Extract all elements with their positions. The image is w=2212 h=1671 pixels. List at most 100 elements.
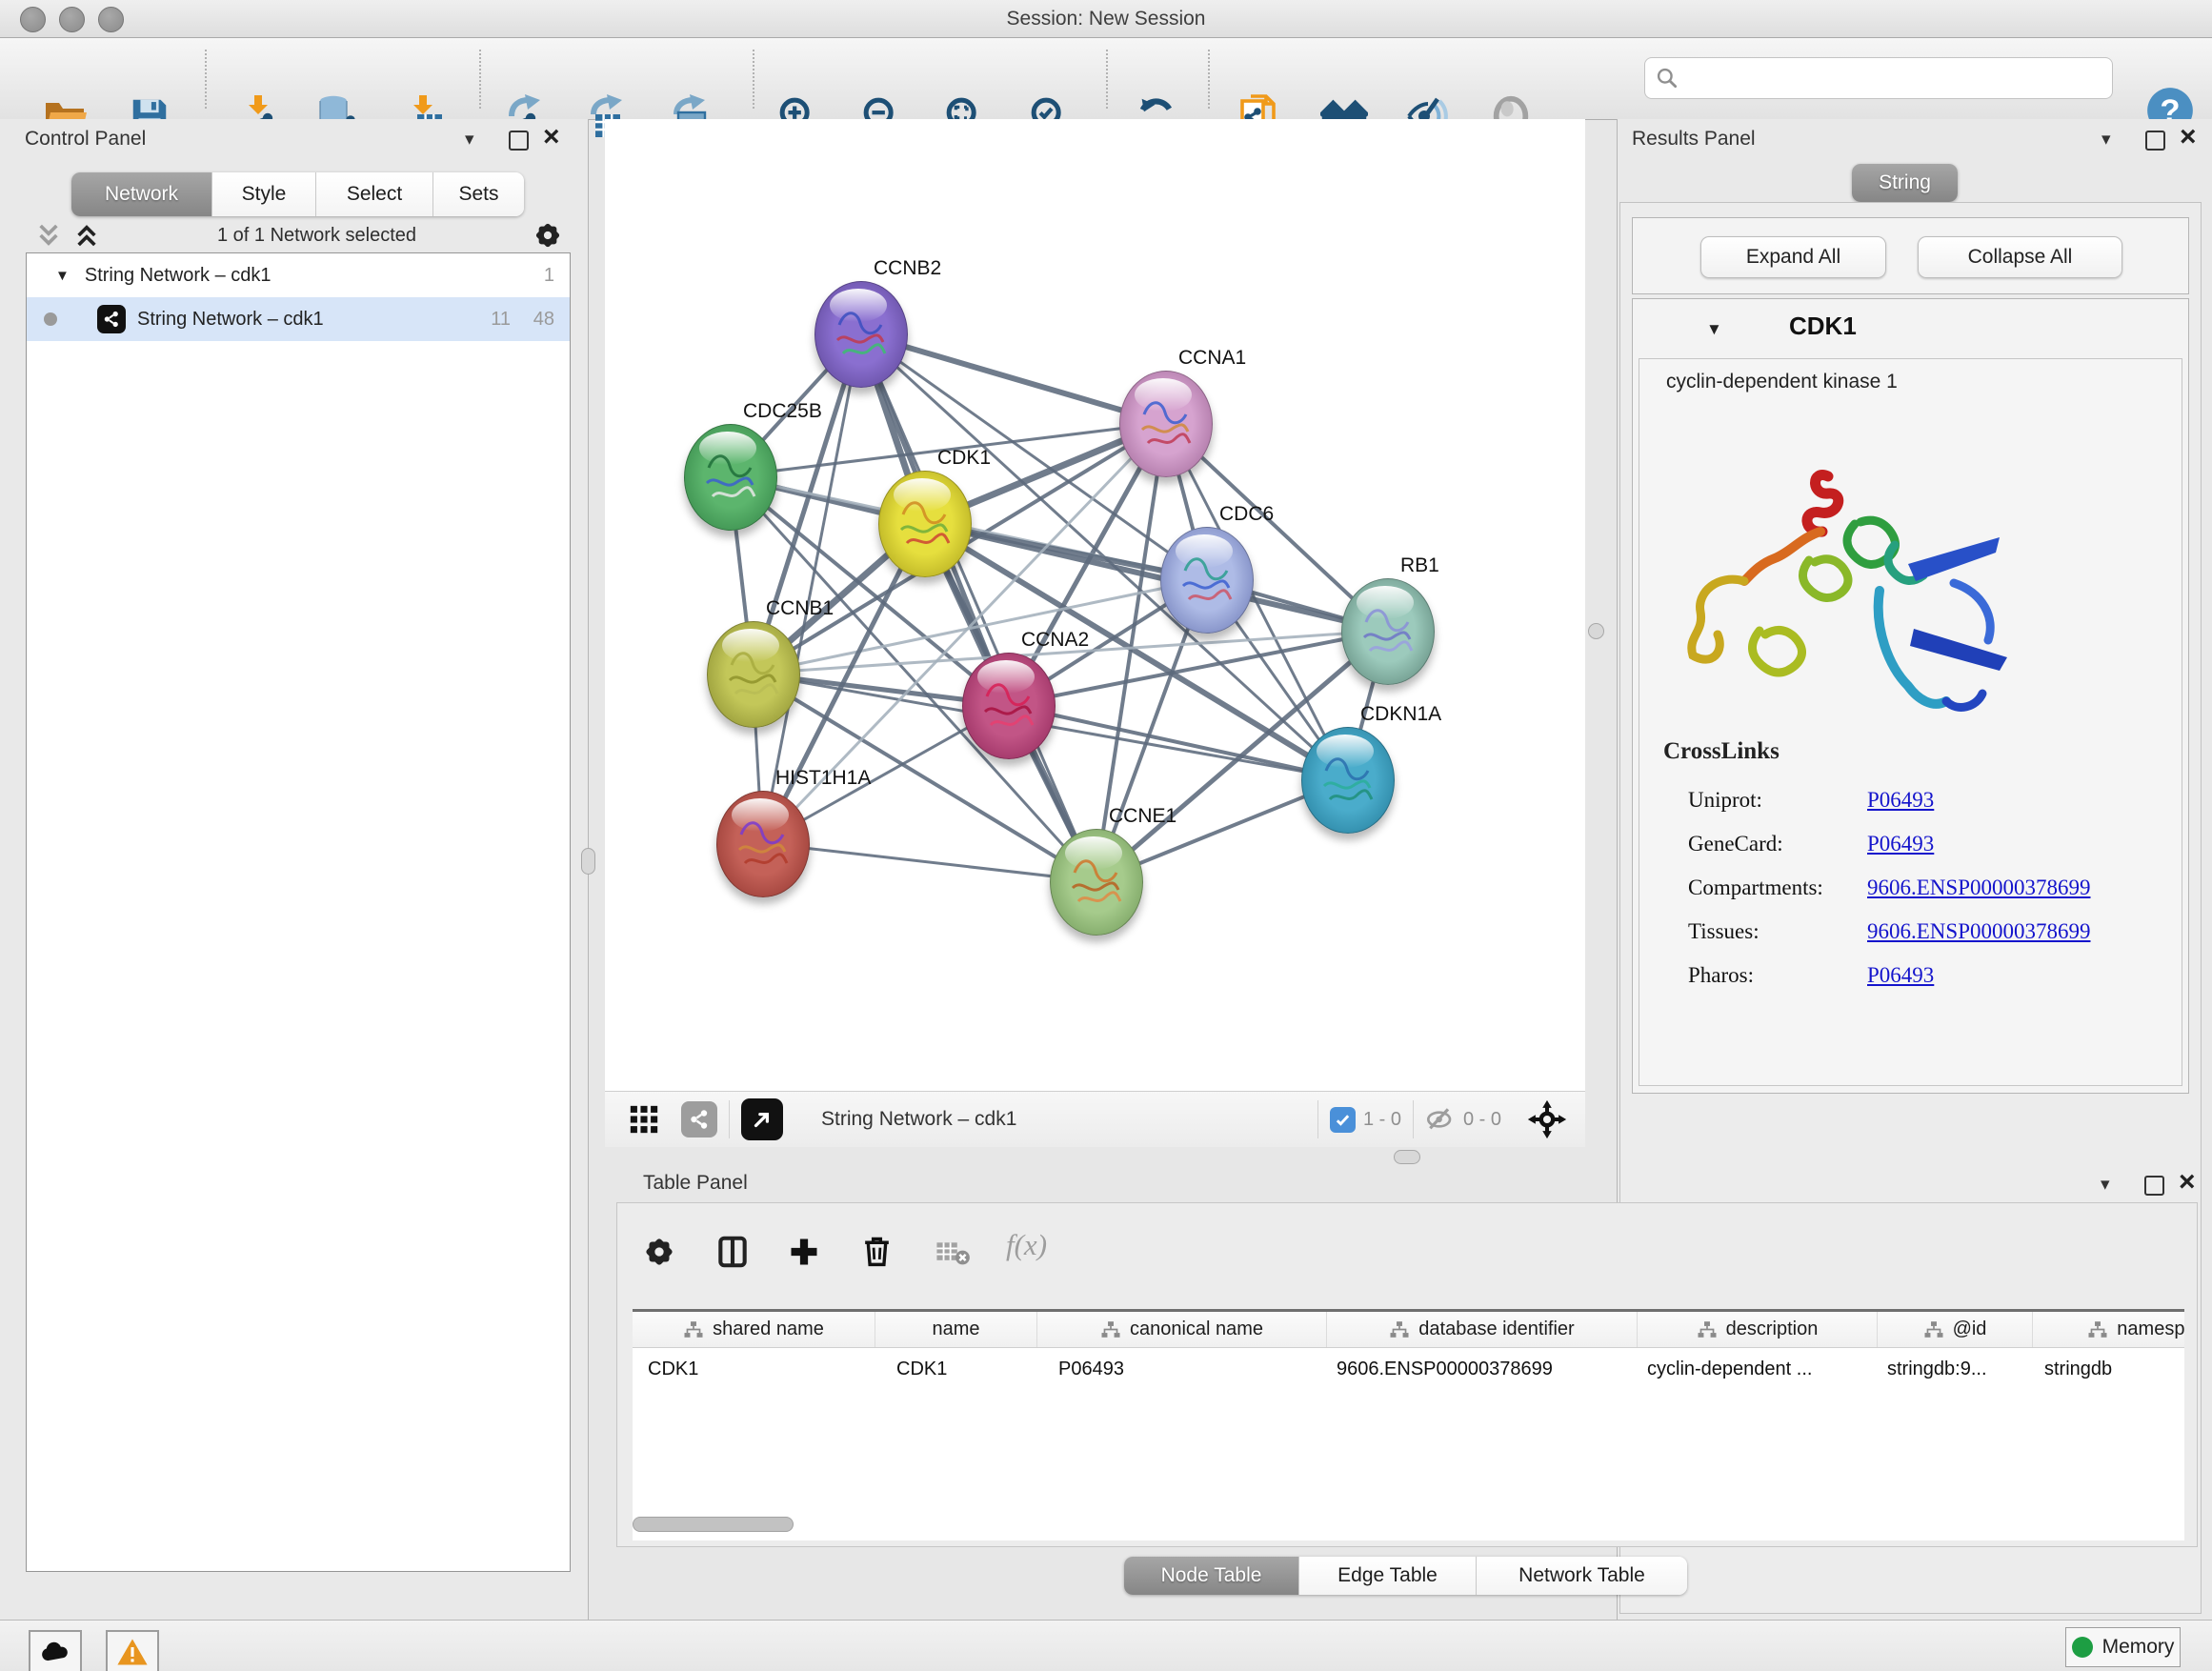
horizontal-scrollbar-thumb[interactable] — [633, 1517, 794, 1532]
table-row[interactable]: CDK1 CDK1 P06493 9606.ENSP00000378699 cy… — [633, 1348, 2184, 1390]
status-bar: Memory — [0, 1620, 2212, 1671]
protein-description: cyclin-dependent kinase 1 — [1666, 371, 1898, 393]
warnings-button[interactable] — [106, 1630, 159, 1671]
network-node-rb1[interactable] — [1341, 578, 1435, 685]
open-in-window-icon[interactable] — [741, 1098, 783, 1140]
crosslink-link[interactable]: P06493 — [1867, 832, 1934, 856]
cloud-button[interactable] — [29, 1630, 82, 1671]
collapse-all-button[interactable]: Collapse All — [1918, 236, 2122, 278]
bar-separator — [1413, 1100, 1414, 1138]
column-header-database-identifier[interactable]: database identifier — [1327, 1312, 1638, 1347]
show-columns-icon[interactable] — [714, 1234, 751, 1270]
network-row-selected[interactable]: String Network – cdk1 11 48 — [27, 297, 570, 341]
edge-count: 48 — [533, 309, 554, 331]
column-header-description[interactable]: description — [1638, 1312, 1878, 1347]
node-label-ccne1: CCNE1 — [1109, 805, 1176, 828]
search-field[interactable] — [1644, 57, 2113, 99]
panel-float-icon[interactable] — [2144, 1176, 2164, 1196]
network-node-ccnb2[interactable] — [814, 281, 908, 388]
crosslink-link[interactable]: P06493 — [1867, 963, 1934, 988]
function-builder-icon[interactable]: f(x) — [1006, 1228, 1047, 1262]
tab-select[interactable]: Select — [316, 172, 433, 216]
left-splitter-handle[interactable] — [581, 848, 595, 875]
collection-expander-icon[interactable]: ▼ — [55, 268, 70, 284]
network-selection-bar: 1 of 1 Network selected — [11, 219, 576, 252]
delete-table-icon[interactable] — [935, 1239, 971, 1266]
network-node-ccne1[interactable] — [1050, 829, 1143, 936]
node-label-hist1h1a: HIST1H1A — [775, 767, 871, 790]
network-node-ccna2[interactable] — [962, 653, 1056, 759]
tab-node-table[interactable]: Node Table — [1124, 1557, 1299, 1595]
protein-squiggle-icon — [1315, 742, 1381, 818]
network-collection-row[interactable]: ▼ String Network – cdk1 1 — [27, 253, 570, 297]
crosslink-link[interactable]: P06493 — [1867, 788, 1934, 813]
node-label-cdk1: CDK1 — [937, 447, 991, 470]
tab-network-table[interactable]: Network Table — [1477, 1557, 1687, 1595]
network-canvas[interactable]: CCNB2CCNA1CDC25BCDK1CDC6RB1CCNB1CCNA2CDK… — [605, 119, 1585, 1091]
table-gear-icon[interactable] — [642, 1235, 676, 1269]
panel-close-icon[interactable]: × — [543, 129, 560, 146]
protein-squiggle-icon — [828, 296, 895, 372]
tab-network[interactable]: Network — [71, 172, 212, 216]
fit-crosshair-icon[interactable] — [1526, 1098, 1568, 1140]
panel-float-icon[interactable] — [2145, 131, 2165, 151]
network-view-name: String Network – cdk1 — [821, 1108, 1016, 1131]
network-node-ccna1[interactable] — [1119, 371, 1213, 477]
collection-count: 1 — [544, 265, 554, 287]
network-node-cdc6[interactable] — [1160, 527, 1254, 634]
protein-squiggle-icon — [1063, 844, 1130, 920]
network-node-hist1h1a[interactable] — [716, 791, 810, 897]
network-node-cdk1[interactable] — [878, 471, 972, 577]
table-tabs: Node Table Edge Table Network Table — [1124, 1557, 1687, 1595]
search-input[interactable] — [1679, 67, 2093, 91]
memory-button[interactable]: Memory — [2065, 1627, 2181, 1667]
node-label-ccnb1: CCNB1 — [766, 597, 834, 620]
column-header-namespace[interactable]: namespace — [2033, 1312, 2184, 1347]
collapse-all-icon[interactable] — [34, 221, 63, 250]
panel-menu-icon[interactable]: ▾ — [465, 129, 474, 151]
network-node-cdc25b[interactable] — [684, 424, 777, 531]
network-node-ccnb1[interactable] — [707, 621, 800, 728]
protein-expander-icon[interactable]: ▼ — [1706, 320, 1722, 339]
crosslink-label: Tissues: — [1688, 919, 1867, 944]
bottom-splitter-handle[interactable] — [1394, 1150, 1420, 1164]
application-window: Session: New Session — [0, 0, 2212, 1671]
gear-icon[interactable] — [533, 220, 563, 251]
memory-label: Memory — [2102, 1636, 2175, 1659]
network-list: ▼ String Network – cdk1 1 String Network… — [26, 252, 571, 1572]
column-header-name[interactable]: name — [875, 1312, 1037, 1347]
panel-menu-icon[interactable]: ▾ — [2101, 1174, 2110, 1196]
selected-checkbox-icon[interactable] — [1330, 1107, 1356, 1133]
expand-all-icon[interactable] — [72, 221, 101, 250]
panel-float-icon[interactable] — [509, 131, 529, 151]
expand-all-button[interactable]: Expand All — [1700, 236, 1886, 278]
protein-squiggle-icon — [1133, 386, 1199, 462]
crosslink-link[interactable]: 9606.ENSP00000378699 — [1867, 919, 2091, 944]
protein-structure-image — [1668, 431, 2035, 770]
column-header-shared-name[interactable]: shared name — [633, 1312, 875, 1347]
panel-close-icon[interactable]: × — [2180, 129, 2197, 146]
crosslink-link[interactable]: 9606.ENSP00000378699 — [1867, 876, 2091, 900]
results-panel-tabs: String — [1852, 164, 1958, 202]
results-panel-title: Results Panel — [1632, 128, 1756, 151]
hidden-eye-icon[interactable] — [1425, 1104, 1456, 1135]
birdseye-grid-icon[interactable] — [628, 1103, 660, 1136]
network-node-cdkn1a[interactable] — [1301, 727, 1395, 834]
crosslink-row: GeneCard: P06493 — [1688, 822, 2164, 866]
panel-menu-icon[interactable]: ▾ — [2101, 129, 2111, 151]
add-column-icon[interactable] — [787, 1235, 821, 1269]
tab-style[interactable]: Style — [212, 172, 316, 216]
panel-close-icon[interactable]: × — [2179, 1174, 2196, 1191]
table-header-row: shared name name canonical name database… — [633, 1312, 2184, 1348]
bar-separator — [1317, 1100, 1318, 1138]
crosslink-label: GeneCard: — [1688, 832, 1867, 856]
right-splitter-handle[interactable] — [1588, 623, 1604, 639]
string-view-icon[interactable] — [681, 1101, 717, 1137]
column-header-id[interactable]: @id — [1878, 1312, 2033, 1347]
delete-column-icon[interactable] — [859, 1234, 895, 1269]
tab-sets[interactable]: Sets — [433, 172, 524, 216]
table-panel-title: Table Panel — [643, 1172, 748, 1195]
tab-string[interactable]: String — [1852, 164, 1958, 202]
tab-edge-table[interactable]: Edge Table — [1299, 1557, 1477, 1595]
column-header-canonical-name[interactable]: canonical name — [1037, 1312, 1327, 1347]
